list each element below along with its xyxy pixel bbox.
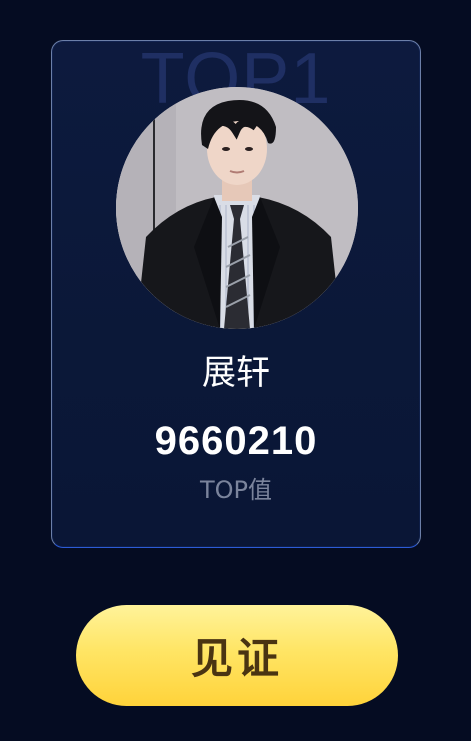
avatar [116,87,358,329]
witness-button[interactable]: 见证 [76,605,398,706]
avatar-portrait-illustration [116,87,358,329]
top-score-value: 9660210 [154,419,318,463]
witness-button-label: 见证 [190,634,283,683]
top-score-label: TOP值 [199,476,273,504]
ranking-card: TOP1 展轩 9660210 TOP值 [51,40,421,548]
contestant-name: 展轩 [202,353,270,393]
